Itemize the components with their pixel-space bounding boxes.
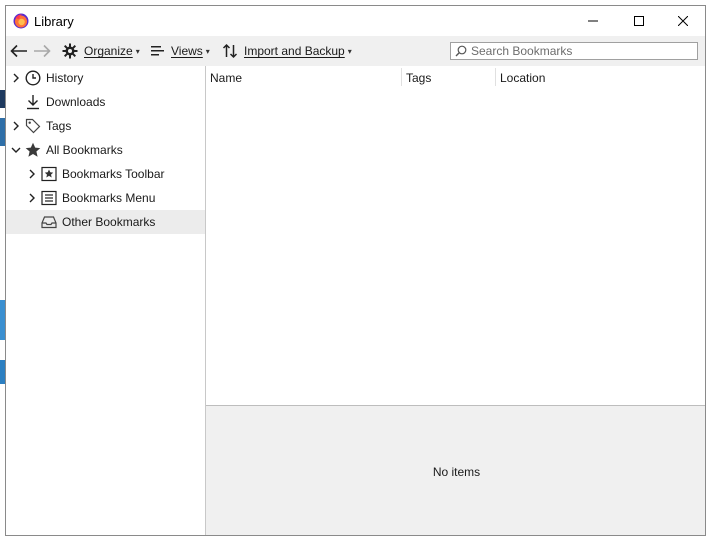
sidebar-item-downloads[interactable]: Downloads	[6, 90, 205, 114]
sidebar-item-bookmarks-toolbar[interactable]: Bookmarks Toolbar	[6, 162, 205, 186]
search-icon	[455, 45, 467, 57]
forward-button[interactable]	[33, 36, 51, 66]
bookmarks-menu-icon	[41, 190, 57, 206]
organize-menu-button[interactable]: Organize ▾	[62, 36, 140, 66]
chevron-right-icon[interactable]	[27, 193, 37, 203]
forward-arrow-icon	[33, 44, 51, 58]
empty-state-text: No items	[432, 464, 481, 479]
column-header-tags[interactable]: Tags	[406, 66, 431, 88]
back-button[interactable]	[10, 36, 28, 66]
sidebar-item-label: Bookmarks Toolbar	[62, 167, 165, 181]
close-icon	[678, 16, 688, 26]
sidebar-item-label: All Bookmarks	[46, 143, 123, 157]
sidebar-tree: History Downloads Tags All Bookmarks Boo…	[6, 66, 206, 535]
firefox-logo-icon	[13, 13, 29, 29]
column-divider[interactable]	[495, 68, 496, 86]
sidebar-item-label: Tags	[46, 119, 72, 133]
import-export-arrows-icon	[222, 43, 238, 59]
download-icon	[25, 94, 41, 110]
import-backup-label: Import and Backup	[244, 44, 345, 58]
sidebar-item-label: Bookmarks Menu	[62, 191, 156, 205]
views-label: Views	[171, 44, 203, 58]
gear-icon	[62, 43, 78, 59]
star-icon	[25, 142, 41, 158]
maximize-button[interactable]	[616, 6, 662, 36]
chevron-right-icon[interactable]	[11, 73, 21, 83]
tray-icon	[41, 214, 57, 230]
title-bar: Library	[6, 6, 705, 36]
column-header-name[interactable]: Name	[210, 66, 242, 88]
views-menu-button[interactable]: Views ▾	[151, 36, 210, 66]
sidebar-item-tags[interactable]: Tags	[6, 114, 205, 138]
maximize-icon	[634, 16, 644, 26]
minimize-button[interactable]	[570, 6, 616, 36]
bookmarks-toolbar-icon	[41, 166, 57, 182]
toolbar: Organize ▾ Views ▾ Import and Backup ▾ S…	[6, 36, 705, 66]
list-view-icon	[151, 45, 165, 57]
sidebar-item-label: Other Bookmarks	[62, 215, 156, 229]
import-backup-menu-button[interactable]: Import and Backup ▾	[222, 36, 352, 66]
clock-icon	[25, 70, 41, 86]
chevron-down-icon: ▾	[135, 46, 140, 56]
details-pane: No items	[206, 405, 705, 535]
close-button[interactable]	[660, 6, 705, 36]
chevron-down-icon: ▾	[347, 46, 352, 56]
bookmarks-content: Name Tags Location No items	[206, 66, 705, 535]
search-input[interactable]	[467, 44, 691, 58]
window-title: Library	[34, 14, 74, 29]
organize-label: Organize	[84, 44, 133, 58]
column-header-location[interactable]: Location	[500, 66, 545, 88]
search-box	[450, 42, 698, 60]
sidebar-item-bookmarks-menu[interactable]: Bookmarks Menu	[6, 186, 205, 210]
chevron-right-icon[interactable]	[27, 169, 37, 179]
back-arrow-icon	[10, 44, 28, 58]
chevron-down-icon: ▾	[205, 46, 210, 56]
sidebar-item-history[interactable]: History	[6, 66, 205, 90]
sidebar-item-all-bookmarks[interactable]: All Bookmarks	[6, 138, 205, 162]
sidebar-item-other-bookmarks[interactable]: Other Bookmarks	[6, 210, 205, 234]
tag-icon	[25, 118, 41, 134]
chevron-right-icon[interactable]	[11, 121, 21, 131]
column-header-row: Name Tags Location	[206, 66, 705, 88]
column-divider[interactable]	[401, 68, 402, 86]
sidebar-item-label: History	[46, 71, 84, 85]
library-window: Library Organize ▾ Views ▾ Import and Ba…	[5, 5, 706, 536]
sidebar-item-label: Downloads	[46, 95, 106, 109]
chevron-down-icon[interactable]	[11, 145, 21, 155]
minimize-icon	[588, 16, 598, 26]
